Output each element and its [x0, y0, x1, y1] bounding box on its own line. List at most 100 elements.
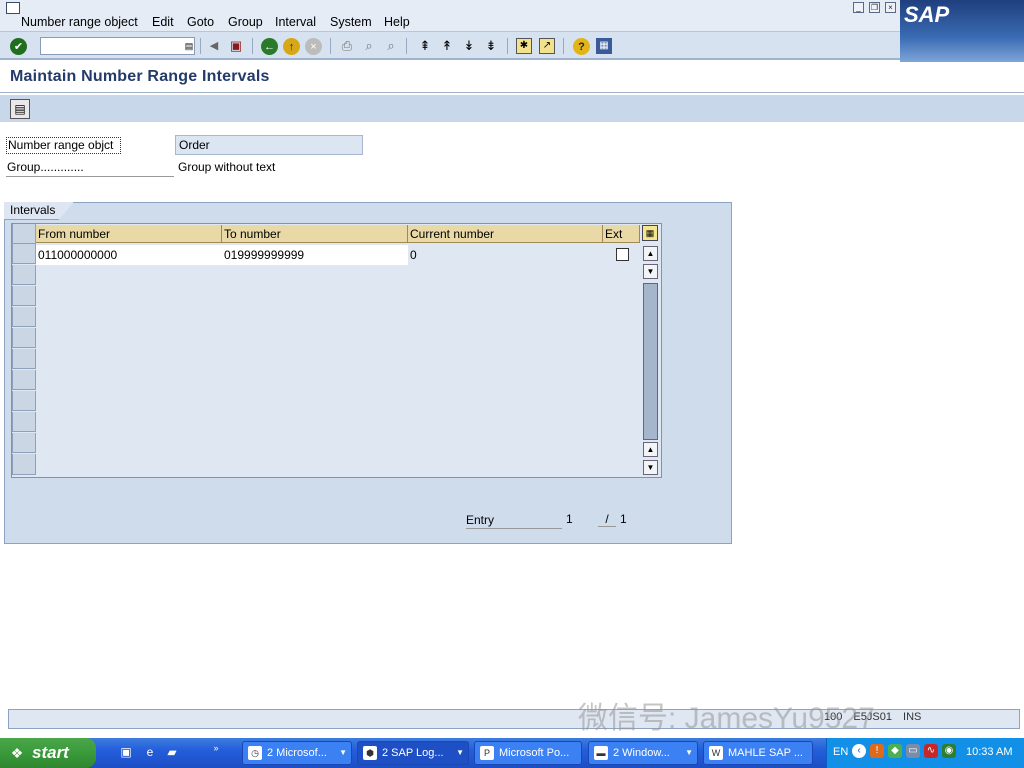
help-icon[interactable]: ?: [573, 38, 590, 55]
row-selector[interactable]: [12, 265, 36, 285]
table-settings-icon[interactable]: ▦: [642, 225, 658, 241]
menu-bar: Number range object Edit Goto Group Inte…: [0, 0, 1024, 32]
cell-from-number[interactable]: 011000000000: [36, 245, 222, 265]
cell-current-number: 0: [410, 248, 417, 262]
last-page-icon[interactable]: ⇟: [482, 37, 500, 55]
tray-expand-icon[interactable]: ‹: [852, 744, 866, 758]
tray-network-icon[interactable]: ▭: [906, 744, 920, 758]
first-page-icon[interactable]: ⇞: [416, 37, 434, 55]
application-toolbar: [0, 95, 1024, 122]
window-menu-icon[interactable]: [6, 2, 20, 14]
dropdown-arrow-icon: ▼: [685, 748, 693, 757]
task-word[interactable]: W MAHLE SAP ...: [703, 741, 813, 765]
quicklaunch-expand-icon[interactable]: »: [208, 740, 224, 756]
task-label: 2 Window...: [613, 747, 670, 759]
row-selector[interactable]: [12, 433, 36, 453]
toolbar-separator: [406, 38, 407, 54]
column-header-current-number[interactable]: Current number: [408, 225, 603, 243]
display-change-icon[interactable]: ▤: [10, 99, 30, 119]
tray-antivirus-icon[interactable]: !: [870, 744, 884, 758]
enter-icon[interactable]: ✔: [10, 38, 27, 55]
back-icon[interactable]: ←: [261, 38, 278, 55]
layout-menu-icon[interactable]: ▦: [596, 38, 612, 54]
scroll-up-top-icon[interactable]: ▲: [643, 246, 658, 261]
task-windows[interactable]: ▬ 2 Window... ▼: [588, 741, 698, 765]
row-selector[interactable]: [12, 286, 36, 306]
explorer-icon[interactable]: ▰: [164, 744, 180, 760]
row-selector[interactable]: [12, 328, 36, 348]
vertical-scrollbar[interactable]: [643, 283, 658, 440]
previous-page-icon[interactable]: ↟: [438, 37, 456, 55]
menu-interval[interactable]: Interval: [275, 15, 316, 29]
internet-explorer-icon[interactable]: e: [142, 744, 158, 760]
find-icon[interactable]: ⌕: [360, 37, 378, 55]
exit-icon[interactable]: ↑: [283, 38, 300, 55]
menu-edit[interactable]: Edit: [152, 15, 174, 29]
row-selector[interactable]: [12, 307, 36, 327]
toolbar-separator: [330, 38, 331, 54]
sap-logo-text: SAP: [904, 2, 950, 27]
cell-to-number[interactable]: 019999999999: [222, 245, 408, 265]
toolbar-separator: [507, 38, 508, 54]
folder-icon: ▬: [594, 746, 608, 760]
language-indicator[interactable]: EN: [833, 746, 848, 758]
menu-group[interactable]: Group: [228, 15, 263, 29]
command-dropdown-icon[interactable]: ▤: [180, 37, 198, 55]
tray-connection-icon[interactable]: ∿: [924, 744, 938, 758]
outlook-icon: ◷: [248, 746, 262, 760]
row-selector[interactable]: [12, 412, 36, 432]
status-mode: INS: [903, 711, 922, 723]
toolbar-separator: [252, 38, 253, 54]
close-button[interactable]: ×: [885, 2, 896, 13]
scroll-down-top-icon[interactable]: ▼: [643, 264, 658, 279]
number-range-object-label[interactable]: Number range objct: [6, 137, 121, 154]
shortcut-icon[interactable]: ↗: [539, 38, 555, 54]
print-icon[interactable]: ⎙: [338, 37, 356, 55]
windows-logo-icon: ❖: [10, 745, 24, 761]
toolbar-separator: [563, 38, 564, 54]
find-next-icon[interactable]: ⌕: [382, 37, 400, 55]
create-session-icon[interactable]: ✱: [516, 38, 532, 54]
toolbar-separator: [200, 38, 201, 54]
sap-logo: SAP: [900, 0, 1024, 62]
minimize-button[interactable]: _: [853, 2, 864, 13]
row-selector[interactable]: [12, 349, 36, 369]
task-outlook[interactable]: ◷ 2 Microsof... ▼: [242, 741, 352, 765]
restore-button[interactable]: ❐: [869, 2, 880, 13]
row-selector[interactable]: [12, 370, 36, 390]
ext-checkbox[interactable]: [616, 248, 629, 261]
group-label: Group.............: [6, 159, 174, 177]
row-selector[interactable]: [12, 391, 36, 411]
task-powerpoint[interactable]: P Microsoft Po...: [474, 741, 582, 765]
powerpoint-icon: P: [480, 746, 494, 760]
cancel-icon[interactable]: ×: [305, 38, 322, 55]
tray-app-icon[interactable]: ◆: [888, 744, 902, 758]
column-header-to-number[interactable]: To number: [222, 225, 408, 243]
task-sap-logon[interactable]: ⬢ 2 SAP Log... ▼: [357, 741, 469, 765]
group-value: Group without text: [178, 160, 276, 174]
entry-separator: /: [598, 512, 616, 527]
clock[interactable]: 10:33 AM: [966, 746, 1012, 758]
menu-system[interactable]: System: [330, 15, 372, 29]
row-selector[interactable]: [12, 454, 36, 475]
watermark: 微信号: JamesYu9527: [578, 702, 875, 735]
task-label: 2 SAP Log...: [382, 747, 444, 759]
task-label: 2 Microsof...: [267, 747, 327, 759]
menu-goto[interactable]: Goto: [187, 15, 214, 29]
entry-current: 1: [566, 512, 573, 526]
menu-help[interactable]: Help: [384, 15, 410, 29]
next-page-icon[interactable]: ↡: [460, 37, 478, 55]
command-field[interactable]: [40, 37, 195, 55]
menu-number-range-object[interactable]: Number range object: [21, 15, 138, 29]
save-icon[interactable]: ▣: [227, 37, 245, 55]
scroll-up-bottom-icon[interactable]: ▲: [643, 442, 658, 457]
tray-wireless-icon[interactable]: ◉: [942, 744, 956, 758]
word-icon: W: [709, 746, 723, 760]
row-selector[interactable]: [12, 244, 36, 264]
column-header-from-number[interactable]: From number: [36, 225, 222, 243]
select-all-button[interactable]: [12, 224, 36, 244]
show-desktop-icon[interactable]: ▣: [118, 744, 134, 760]
column-header-ext[interactable]: Ext: [603, 225, 640, 243]
scroll-down-bottom-icon[interactable]: ▼: [643, 460, 658, 475]
back-arrow-icon[interactable]: ◀: [205, 37, 223, 55]
